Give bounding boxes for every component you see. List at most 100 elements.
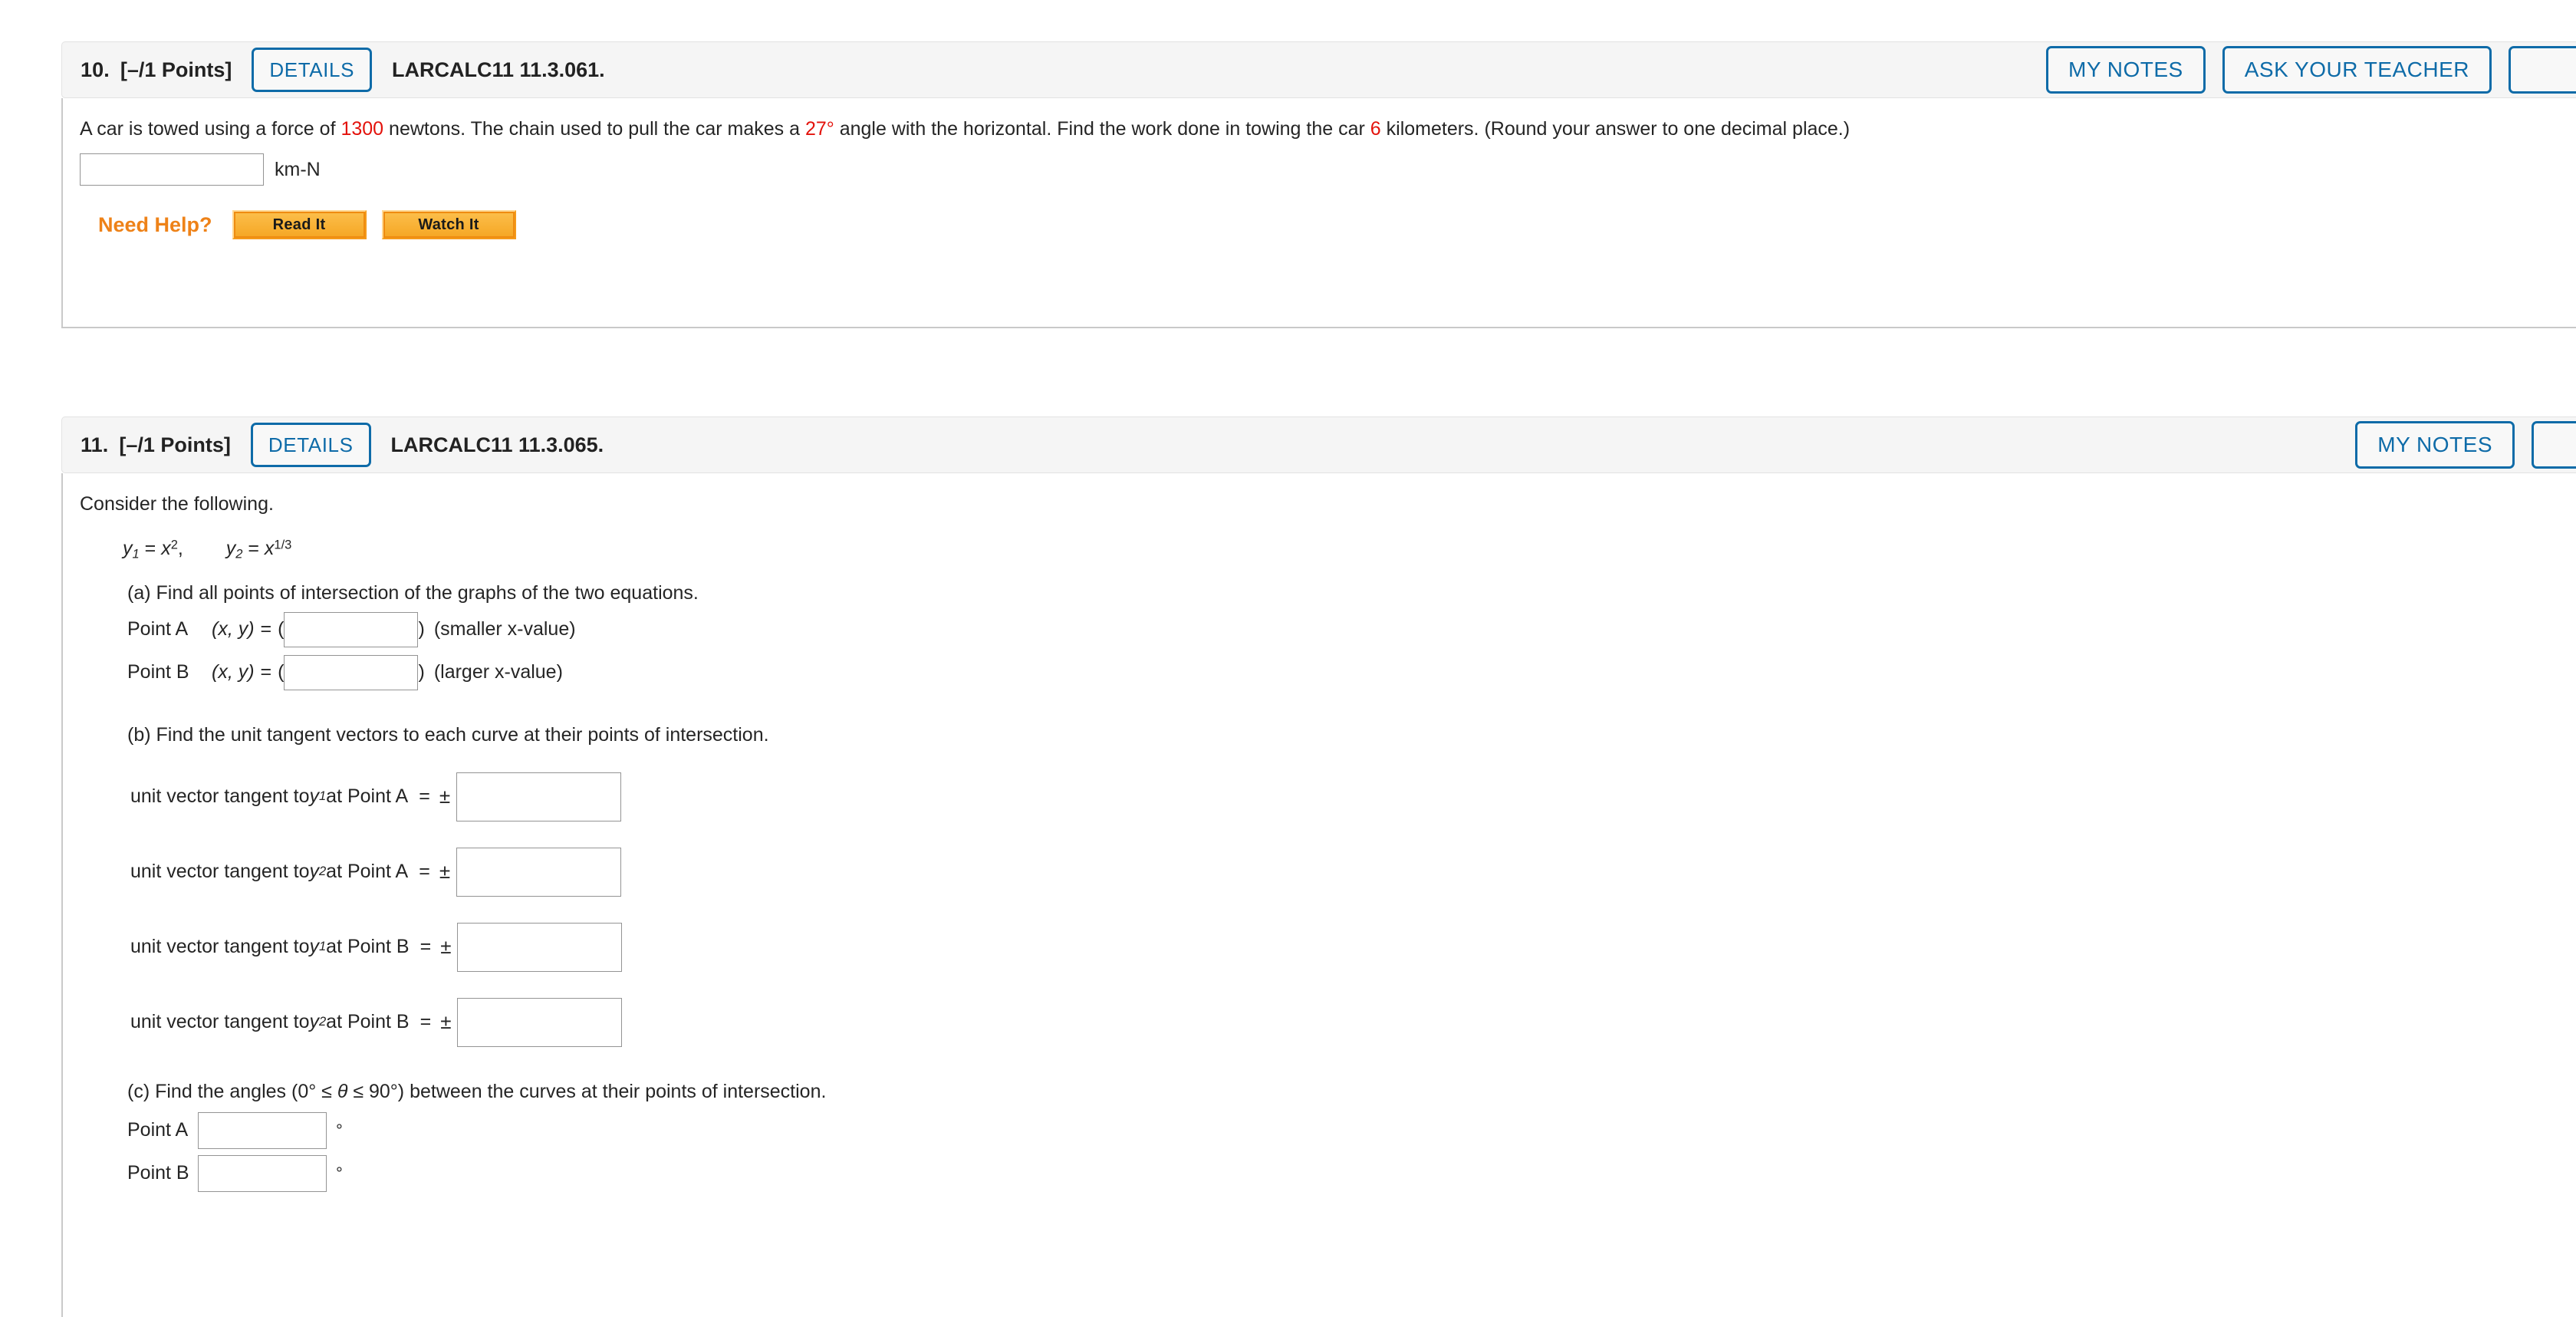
part-b-row-2: unit vector tangent to y2 at Point A = ± <box>130 847 2576 897</box>
unit-vector-prefix-4: unit vector tangent to <box>130 1011 310 1033</box>
overflow-action-button-10[interactable] <box>2509 46 2576 94</box>
my-notes-button-11[interactable]: MY NOTES <box>2355 421 2515 469</box>
overflow-action-button-11[interactable] <box>2532 421 2576 469</box>
answer-unit-label: km-N <box>275 158 321 180</box>
part-b-label: (b) Find the unit tangent vectors to eac… <box>127 723 769 746</box>
unit-vector-mid-2: at Point A <box>326 861 409 883</box>
angle-point-b-input[interactable] <box>198 1154 327 1192</box>
ask-your-teacher-button-10[interactable]: ASK YOUR TEACHER <box>2222 46 2492 94</box>
need-help-row-10: Need Help? Read It Watch It <box>80 210 2576 240</box>
prompt-angle-value: 27° <box>804 118 834 140</box>
prompt-segment-2: newtons. The chain used to pull the car … <box>383 118 805 140</box>
point-b-input[interactable] <box>284 654 419 690</box>
unit-vector-mid-3: at Point B <box>326 936 410 958</box>
unit-vector-y-4: y <box>309 1011 319 1033</box>
prompt-segment-1: A car is towed using a force of <box>80 118 341 140</box>
unit-vector-equals-4: = <box>419 1011 432 1033</box>
assignment-page: 10. [–/1 Points] DETAILS LARCALC11 11.3.… <box>0 0 2576 1317</box>
unit-vector-plusminus-2: ± <box>439 860 451 884</box>
y1-exponent: 2 <box>170 538 178 552</box>
part-c-label-post: ≤ 90°) between the curves at their point… <box>347 1080 827 1102</box>
part-c-label-pre: (c) Find the angles (0° ≤ <box>127 1080 337 1102</box>
unit-vector-input-y1-point-b[interactable] <box>457 922 623 972</box>
details-button-11[interactable]: DETAILS <box>250 423 371 467</box>
point-a-close-paren: ) <box>418 618 425 640</box>
point-b-equals: = <box>260 661 272 683</box>
work-answer-input[interactable] <box>80 153 264 186</box>
question-code-10: LARCALC11 11.3.061. <box>392 58 605 81</box>
read-it-button[interactable]: Read It <box>232 210 367 240</box>
part-a-label: (a) Find all points of intersection of t… <box>127 581 699 604</box>
part-c-row-point-a: Point A ° <box>127 1111 2576 1149</box>
watch-it-button[interactable]: Watch It <box>381 210 516 240</box>
unit-vector-equals-3: = <box>419 936 432 958</box>
prompt-segment-4: kilometers. (Round your answer to one de… <box>1380 118 1851 140</box>
y2-base: x <box>264 538 275 560</box>
angle-point-a-label: Point A <box>127 1119 189 1141</box>
question-code-11: LARCALC11 11.3.065. <box>390 433 604 456</box>
angle-point-a-input[interactable] <box>198 1111 327 1149</box>
y2-equals: = <box>242 538 265 560</box>
point-a-input[interactable] <box>284 611 419 647</box>
unit-vector-sub-2: 2 <box>318 864 327 879</box>
prompt-force-value: 1300 <box>341 118 384 140</box>
part-a-row-point-b: Point B (x, y) = ( ) (larger x-value) <box>127 654 2576 690</box>
theta-symbol: θ <box>337 1080 348 1102</box>
unit-vector-plusminus-4: ± <box>440 1010 452 1034</box>
angle-point-b-degree-unit: ° <box>336 1163 343 1183</box>
unit-vector-y-2: y <box>309 861 319 883</box>
question-header-10: 10. [–/1 Points] DETAILS LARCALC11 11.3.… <box>61 41 2576 98</box>
point-a-label: Point A <box>127 618 189 640</box>
part-a-row-point-a: Point A (x, y) = ( ) (smaller x-value) <box>127 611 2576 647</box>
consider-the-following-label: Consider the following. <box>80 493 274 515</box>
unit-vector-mid-4: at Point B <box>326 1011 410 1033</box>
unit-vector-input-y2-point-b[interactable] <box>457 997 623 1047</box>
unit-vector-y-1: y <box>309 785 319 808</box>
question-header-11: 11. [–/1 Points] DETAILS LARCALC11 11.3.… <box>61 417 2576 473</box>
unit-vector-sub-4: 2 <box>318 1015 327 1029</box>
question-body-11: Consider the following. y1 = x2, y2 = x1… <box>61 473 2576 1317</box>
unit-vector-input-y1-point-a[interactable] <box>456 772 622 821</box>
my-notes-button-10[interactable]: MY NOTES <box>2046 46 2206 94</box>
y2-exponent: 1/3 <box>274 538 292 552</box>
prompt-distance-value: 6 <box>1370 118 1381 140</box>
y1-subscript: 1 <box>132 547 140 561</box>
unit-vector-plusminus-3: ± <box>440 935 452 959</box>
point-b-open-paren: ( <box>278 661 285 683</box>
question-number-11: 11. <box>81 433 109 456</box>
question-block-10: 10. [–/1 Points] DETAILS LARCALC11 11.3.… <box>61 41 2576 328</box>
angle-point-b-label: Point B <box>127 1162 189 1184</box>
y1-base: x <box>161 538 171 560</box>
unit-vector-prefix-2: unit vector tangent to <box>130 861 310 883</box>
header-actions-10: MY NOTES ASK YOUR TEACHER <box>2046 46 2576 94</box>
point-b-label: Point B <box>127 661 189 683</box>
question-body-10: A car is towed using a force of 1300 new… <box>61 98 2576 328</box>
unit-vector-y-3: y <box>309 936 319 958</box>
question-points-10: [–/1 Points] <box>120 58 232 81</box>
part-b-row-4: unit vector tangent to y2 at Point B = ± <box>130 997 2576 1047</box>
unit-vector-input-y2-point-a[interactable] <box>456 847 622 897</box>
unit-vector-equals-1: = <box>419 785 430 808</box>
point-a-open-paren: ( <box>278 618 285 640</box>
question-number-10: 10. <box>81 58 110 81</box>
unit-vector-sub-3: 1 <box>318 940 327 954</box>
point-a-equals: = <box>260 618 272 640</box>
prompt-segment-3: angle with the horizontal. Find the work… <box>834 118 1370 140</box>
y1-symbol: y <box>123 538 133 560</box>
question-block-11: 11. [–/1 Points] DETAILS LARCALC11 11.3.… <box>61 417 2576 1317</box>
point-b-suffix: (larger x-value) <box>433 661 563 683</box>
angle-point-a-degree-unit: ° <box>336 1120 343 1140</box>
unit-vector-plusminus-1: ± <box>439 785 451 808</box>
unit-vector-sub-1: 1 <box>318 789 327 804</box>
point-a-suffix: (smaller x-value) <box>433 618 576 640</box>
need-help-label: Need Help? <box>98 212 212 236</box>
y1-equals: = <box>139 538 162 560</box>
y2-symbol: y <box>225 538 236 560</box>
details-button-10[interactable]: DETAILS <box>252 48 373 92</box>
point-b-coord-label: (x, y) <box>212 661 255 683</box>
unit-vector-prefix-1: unit vector tangent to <box>130 785 310 808</box>
unit-vector-prefix-3: unit vector tangent to <box>130 936 310 958</box>
part-b-row-1: unit vector tangent to y1 at Point A = ± <box>130 772 2576 821</box>
part-b-row-3: unit vector tangent to y1 at Point B = ± <box>130 922 2576 972</box>
question-points-11: [–/1 Points] <box>119 433 231 456</box>
